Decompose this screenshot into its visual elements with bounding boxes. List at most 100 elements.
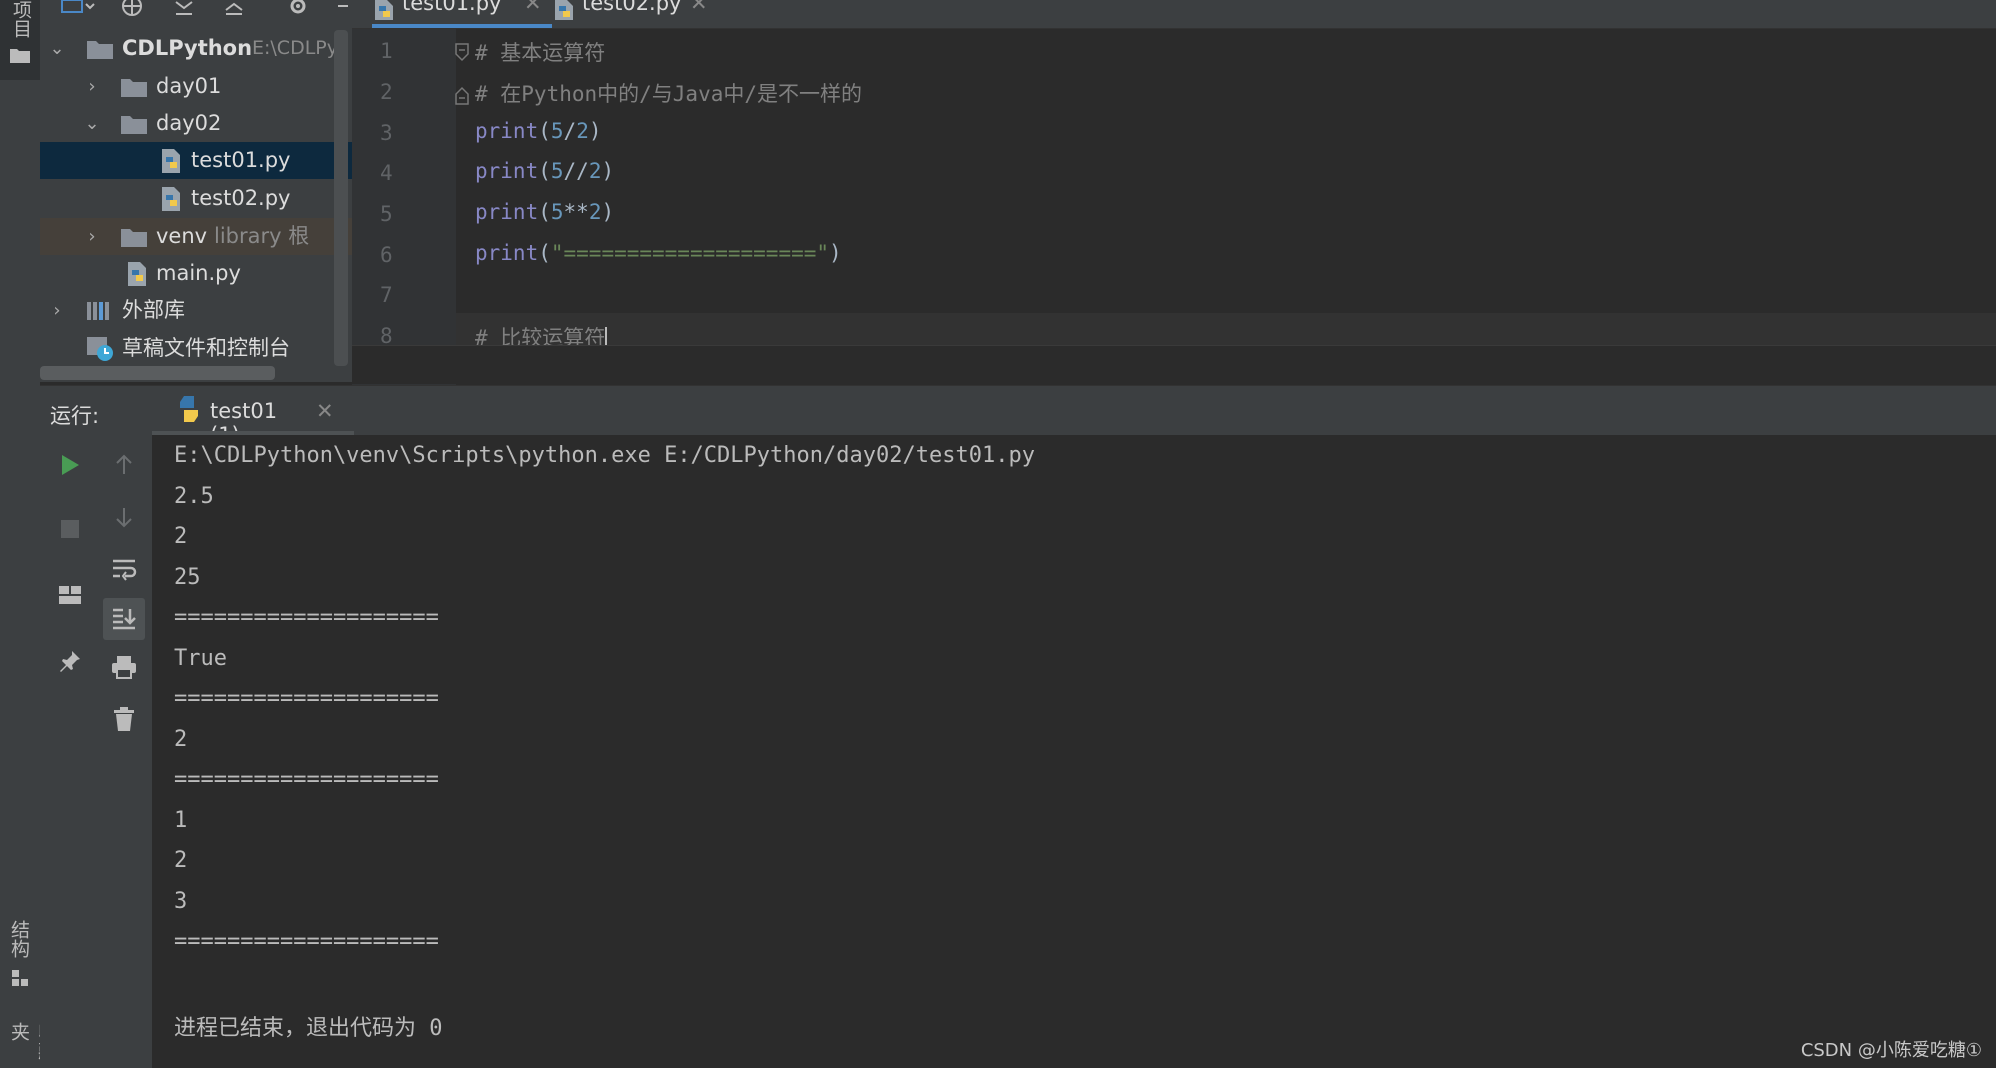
test01-label: test01.py — [191, 148, 291, 172]
python-icon — [180, 396, 198, 422]
paren: ) — [829, 241, 842, 265]
tree-item-day02[interactable]: ⌄ day02 — [40, 105, 352, 142]
minimize-icon[interactable] — [336, 0, 350, 18]
scroll-to-end-icon — [113, 608, 136, 630]
locate-icon[interactable] — [120, 0, 144, 18]
tree-item-main[interactable]: main.py — [40, 255, 352, 292]
tree-item-day01[interactable]: › day01 — [40, 68, 352, 105]
console-line: 1 — [174, 808, 188, 833]
expand-all-icon[interactable] — [173, 0, 195, 18]
console-line: 2 — [174, 727, 188, 752]
editor-tab-bar: test01.py ✕ test02.py ✕ — [352, 0, 1996, 29]
run-toolbar-secondary — [100, 435, 153, 1068]
root-label: CDLPython — [122, 36, 253, 60]
pin-tab-button[interactable] — [52, 643, 88, 679]
project-vertical-scrollbar[interactable] — [334, 30, 348, 366]
scratches-label: 草稿文件和控制台 — [122, 336, 290, 360]
scroll-to-end-button[interactable] — [103, 598, 145, 640]
line-number: 3 — [380, 121, 393, 145]
code-line-3: print(5/2) — [475, 119, 602, 143]
structure-icon — [12, 970, 28, 986]
close-icon[interactable]: ✕ — [316, 399, 334, 423]
console-line: ==================== — [174, 767, 439, 792]
gear-icon[interactable] — [286, 0, 310, 18]
rerun-button[interactable] — [52, 447, 88, 483]
console-line: ==================== — [174, 605, 439, 630]
tree-item-venv[interactable]: › venv library 根 — [40, 218, 352, 255]
paren: ( — [538, 119, 551, 143]
number-literal: 5 — [550, 159, 564, 183]
code-line-1: # 基本运算符 — [475, 41, 606, 65]
code-editor[interactable]: 1 2 3 4 5 6 7 8 # 基本运算符 # 在Python中的/与Jav… — [352, 29, 1996, 385]
main-label: main.py — [156, 261, 241, 285]
console-line: 25 — [174, 565, 201, 590]
console-line: True — [174, 646, 227, 671]
collapse-all-icon[interactable] — [223, 0, 245, 18]
tab-test01[interactable]: test01.py ✕ — [372, 0, 552, 28]
folder-icon — [86, 39, 114, 60]
paren: ( — [538, 159, 551, 183]
project-view-icon[interactable] — [60, 0, 96, 16]
arrow-up-icon — [116, 454, 132, 474]
operator: ** — [563, 200, 589, 224]
pin-icon — [60, 651, 80, 672]
chevron-down-icon[interactable]: ⌄ — [46, 30, 68, 67]
tab-test02[interactable]: test02.py ✕ — [552, 0, 712, 28]
tab-test01-label: test01.py — [402, 0, 502, 15]
line-number-gutter: 1 2 3 4 5 6 7 8 — [352, 29, 469, 385]
soft-wrap-button[interactable] — [106, 551, 142, 587]
active-tab-indicator — [372, 24, 552, 28]
code-line-6: print("====================") — [475, 241, 842, 265]
structure-tool-tab[interactable]: 结构 — [6, 920, 33, 958]
stop-button[interactable] — [52, 511, 88, 547]
previous-occurrence-button[interactable] — [106, 447, 142, 483]
tree-item-root[interactable]: ⌄ CDLPython E:\CDLPyt — [40, 30, 352, 67]
chevron-right-icon[interactable]: › — [81, 218, 103, 255]
editor-bottom-bar — [352, 345, 1996, 384]
fold-end-icon[interactable] — [455, 83, 469, 105]
folder-icon — [120, 77, 148, 98]
close-icon[interactable]: ✕ — [524, 0, 542, 14]
operator: / — [563, 119, 577, 143]
operator: // — [563, 159, 589, 183]
chevron-right-icon[interactable]: › — [46, 292, 68, 329]
line-number: 5 — [380, 202, 393, 226]
project-tool-tab[interactable]: 项目 — [0, 0, 40, 80]
python-file-icon — [158, 186, 184, 212]
paren: ) — [601, 200, 615, 224]
run-tab-test01[interactable]: test01 (1) ✕ — [112, 386, 334, 447]
print-button[interactable] — [106, 649, 142, 685]
clear-all-button[interactable] — [106, 701, 142, 737]
next-occurrence-button[interactable] — [106, 499, 142, 535]
project-horizontal-scrollbar[interactable] — [40, 366, 275, 380]
console-line: E:\CDLPython\venv\Scripts\python.exe E:/… — [174, 443, 1035, 468]
external-libraries-label: 外部库 — [122, 298, 185, 322]
tree-item-test02[interactable]: test02.py — [40, 180, 352, 217]
soft-wrap-icon — [113, 559, 137, 581]
tree-item-test01[interactable]: test01.py — [40, 142, 352, 179]
line-number: 4 — [380, 161, 393, 185]
tree-item-scratches[interactable]: 草稿文件和控制台 — [40, 330, 352, 367]
tree-item-external-libraries[interactable]: › 外部库 — [40, 292, 352, 329]
paren: ) — [588, 119, 602, 143]
folder-icon — [120, 227, 148, 248]
python-file-icon — [555, 0, 573, 20]
close-icon[interactable]: ✕ — [690, 0, 708, 14]
console-line: ==================== — [174, 929, 439, 954]
layout-button[interactable] — [52, 577, 88, 613]
test02-label: test02.py — [191, 186, 291, 210]
number-literal: 5 — [550, 119, 564, 143]
chevron-down-icon[interactable]: ⌄ — [81, 105, 103, 142]
fold-icon[interactable] — [455, 43, 469, 65]
string-literal: "====================" — [550, 241, 830, 265]
console-line: 2.5 — [174, 484, 214, 509]
chevron-right-icon[interactable]: › — [81, 68, 103, 105]
code-line-2: # 在Python中的/与Java中/是不一样的 — [475, 82, 863, 106]
code-line-4: print(5//2) — [475, 159, 614, 183]
print-keyword: print — [475, 159, 539, 183]
run-toolbar-primary — [40, 435, 100, 1068]
layout-icon — [59, 586, 81, 604]
project-tab-label: 项目 — [10, 0, 32, 38]
run-panel-header: 运行: test01 (1) ✕ — [40, 385, 1996, 447]
run-console-output[interactable]: E:\CDLPython\venv\Scripts\python.exe E:/… — [152, 435, 1996, 1068]
